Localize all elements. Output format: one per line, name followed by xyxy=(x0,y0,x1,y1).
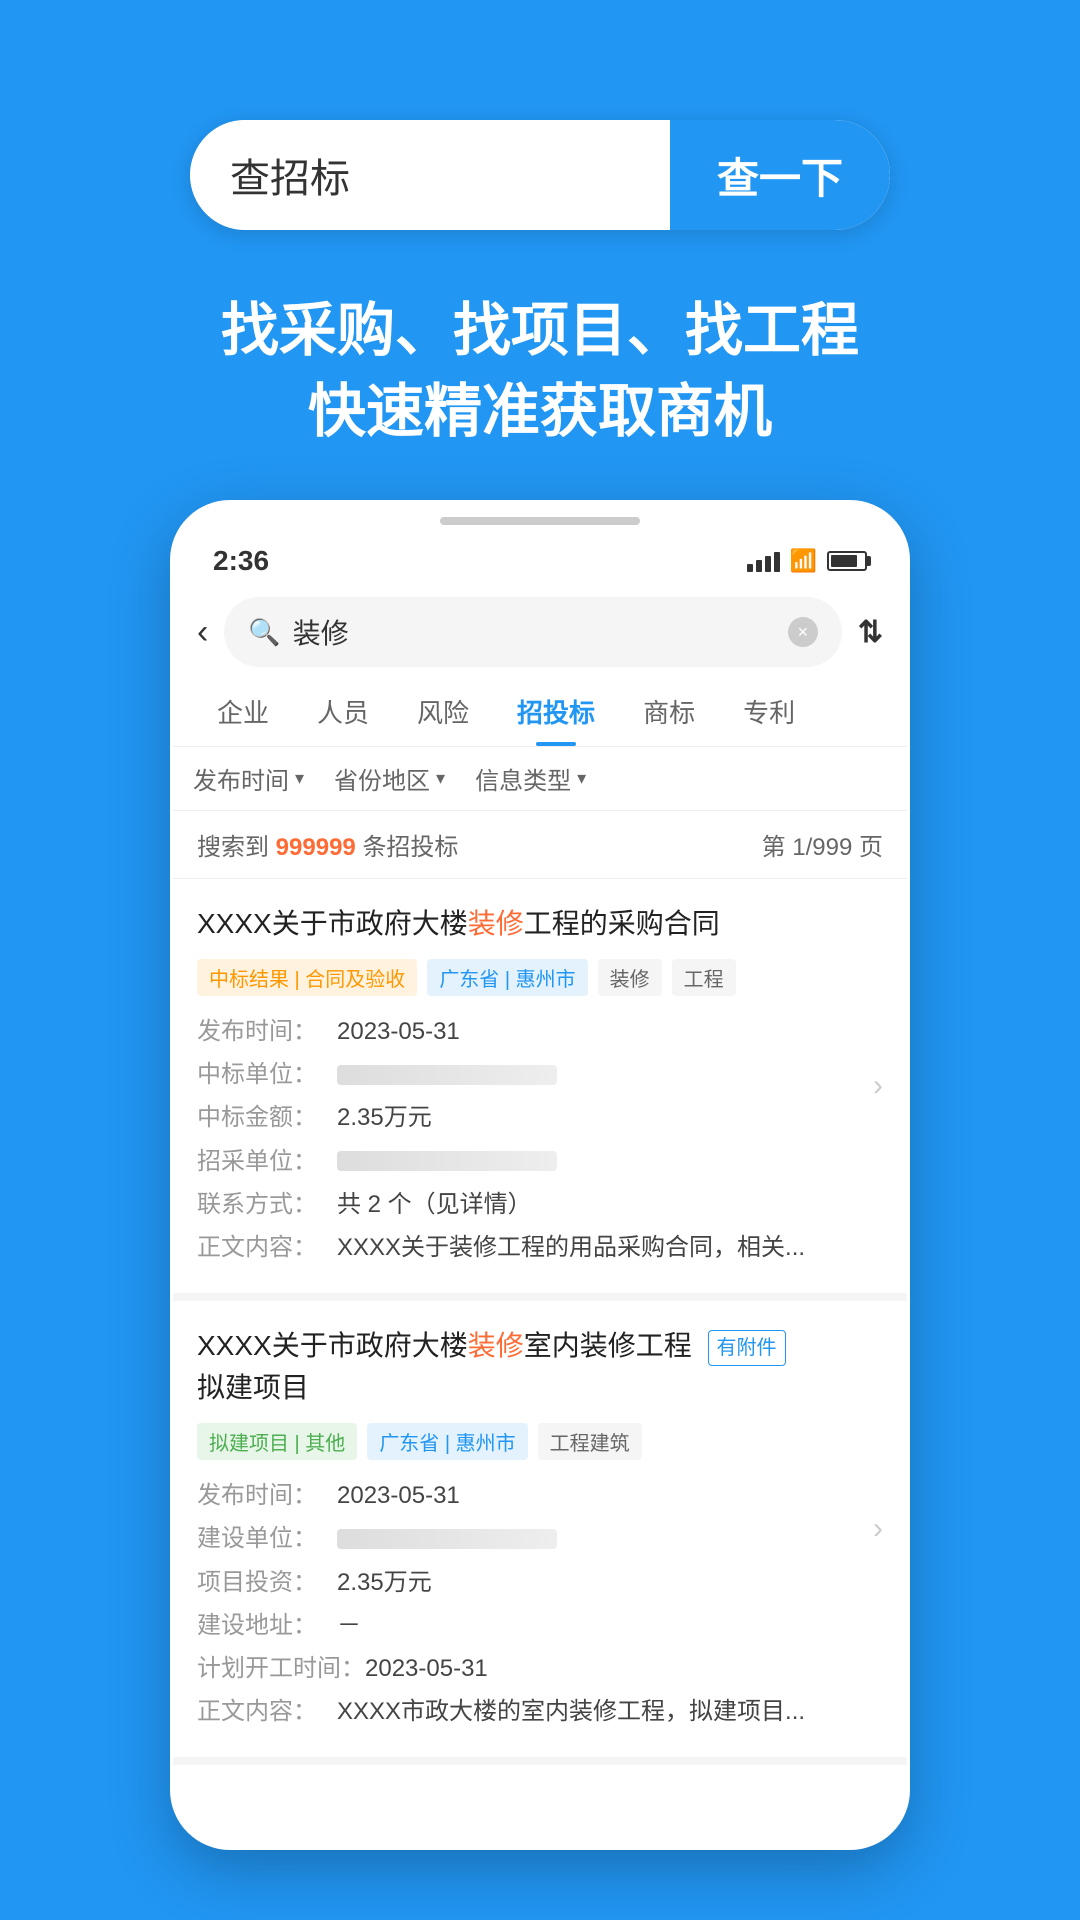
chevron-right-1: › xyxy=(873,1069,883,1103)
filter-time[interactable]: 发布时间 ▾ xyxy=(193,761,304,796)
result-title-2: XXXX关于市政府大楼装修室内装修工程 有附件 拟建项目 xyxy=(197,1325,883,1409)
inner-search-row: ‹ 🔍 装修 × ⇅ xyxy=(173,587,907,677)
search-input[interactable] xyxy=(230,153,630,198)
detail-content-1: 正文内容： XXXX关于装修工程的用品采购合同，相关... xyxy=(197,1226,883,1269)
phone-notch xyxy=(440,517,640,525)
attachment-badge: 有附件 xyxy=(708,1330,786,1366)
tag-project-type-2: 拟建项目 | 其他 xyxy=(197,1423,357,1460)
tab-risk[interactable]: 风险 xyxy=(393,677,493,746)
detail-content-2: 正文内容： XXXX市政大楼的室内装修工程，拟建项目... xyxy=(197,1690,883,1733)
inner-search-icon: 🔍 xyxy=(248,617,280,648)
phone-mockup: 2:36 📶 ‹ 🔍 装修 × xyxy=(170,500,910,1850)
detail-amount-1: 中标金额： 2.35万元 xyxy=(197,1096,883,1139)
app-background: 查一下 找采购、找项目、找工程 快速精准获取商机 2:36 📶 xyxy=(0,0,1080,1920)
result-count-number: 999999 xyxy=(276,834,356,861)
filter-icon[interactable]: ⇅ xyxy=(858,615,883,650)
status-bar: 2:36 📶 xyxy=(173,525,907,587)
result-count-text: 搜索到 999999 条招投标 xyxy=(197,827,458,862)
detail-start-time-2: 计划开工时间： 2023-05-31 xyxy=(197,1647,883,1690)
result-item-1[interactable]: XXXX关于市政府大楼装修工程的采购合同 中标结果 | 合同及验收 广东省 | … xyxy=(173,879,907,1301)
filter-region[interactable]: 省份地区 ▾ xyxy=(334,761,445,796)
chevron-right-2: › xyxy=(873,1512,883,1546)
back-button[interactable]: ‹ xyxy=(197,613,208,652)
filter-time-arrow: ▾ xyxy=(295,768,304,789)
search-button-label: 查一下 xyxy=(717,145,843,206)
detail-purchaser-1: 招采单位： xyxy=(197,1140,883,1183)
tagline-line2: 快速精准获取商机 xyxy=(0,371,1080,452)
inner-search-box[interactable]: 🔍 装修 × xyxy=(224,597,842,667)
result-title-1: XXXX关于市政府大楼装修工程的采购合同 xyxy=(197,903,883,945)
tagline-line1: 找采购、找项目、找工程 xyxy=(0,290,1080,371)
search-keyword-display: 装修 xyxy=(293,612,776,652)
filter-type[interactable]: 信息类型 ▾ xyxy=(475,761,586,796)
search-button[interactable]: 查一下 xyxy=(670,120,890,230)
tag-construction-2: 工程建筑 xyxy=(538,1423,642,1460)
detail-publish-date-2: 发布时间： 2023-05-31 xyxy=(197,1474,883,1517)
tab-bidding[interactable]: 招投标 xyxy=(493,677,619,746)
tag-engineering-1: 工程 xyxy=(672,959,736,996)
tags-row-1: 中标结果 | 合同及验收 广东省 | 惠州市 装修 工程 xyxy=(197,959,883,996)
clear-icon-symbol: × xyxy=(798,622,809,643)
clear-button[interactable]: × xyxy=(788,617,818,647)
tab-trademark[interactable]: 商标 xyxy=(619,677,719,746)
battery-icon xyxy=(827,551,867,571)
tab-patent[interactable]: 专利 xyxy=(719,677,819,746)
filter-row: 发布时间 ▾ 省份地区 ▾ 信息类型 ▾ xyxy=(173,747,907,811)
search-input-area[interactable] xyxy=(190,120,670,230)
status-time: 2:36 xyxy=(213,545,269,577)
wifi-icon: 📶 xyxy=(790,548,817,574)
detail-winner-1: 中标单位： xyxy=(197,1053,883,1096)
detail-builder-2: 建设单位： xyxy=(197,1517,883,1560)
result-item-2[interactable]: XXXX关于市政府大楼装修室内装修工程 有附件 拟建项目 拟建项目 | 其他 广… xyxy=(173,1301,907,1765)
page-info: 第 1/999 页 xyxy=(762,827,883,862)
search-container: 查一下 xyxy=(190,120,890,230)
detail-address-2: 建设地址： － xyxy=(197,1604,883,1647)
tab-enterprise[interactable]: 企业 xyxy=(193,677,293,746)
tagline: 找采购、找项目、找工程 快速精准获取商机 xyxy=(0,290,1080,452)
status-icons: 📶 xyxy=(747,548,867,574)
filter-region-arrow: ▾ xyxy=(436,768,445,789)
tab-personnel[interactable]: 人员 xyxy=(293,677,393,746)
tabs-row: 企业 人员 风险 招投标 商标 专利 xyxy=(173,677,907,747)
tags-row-2: 拟建项目 | 其他 广东省 | 惠州市 工程建筑 xyxy=(197,1423,883,1460)
filter-type-arrow: ▾ xyxy=(577,768,586,789)
title-keyword-1: 装修 xyxy=(468,908,524,939)
result-count-row: 搜索到 999999 条招投标 第 1/999 页 xyxy=(173,811,907,879)
signal-icon xyxy=(747,550,780,572)
tag-decoration-1: 装修 xyxy=(598,959,662,996)
title-keyword-2: 装修 xyxy=(468,1330,524,1361)
tag-region-2: 广东省 | 惠州市 xyxy=(367,1423,527,1460)
detail-publish-date-1: 发布时间： 2023-05-31 xyxy=(197,1010,883,1053)
detail-contact-1: 联系方式： 共 2 个（见详情） xyxy=(197,1183,883,1226)
detail-investment-2: 项目投资： 2.35万元 xyxy=(197,1561,883,1604)
tag-region-1: 广东省 | 惠州市 xyxy=(427,959,587,996)
tag-result-type-1: 中标结果 | 合同及验收 xyxy=(197,959,417,996)
